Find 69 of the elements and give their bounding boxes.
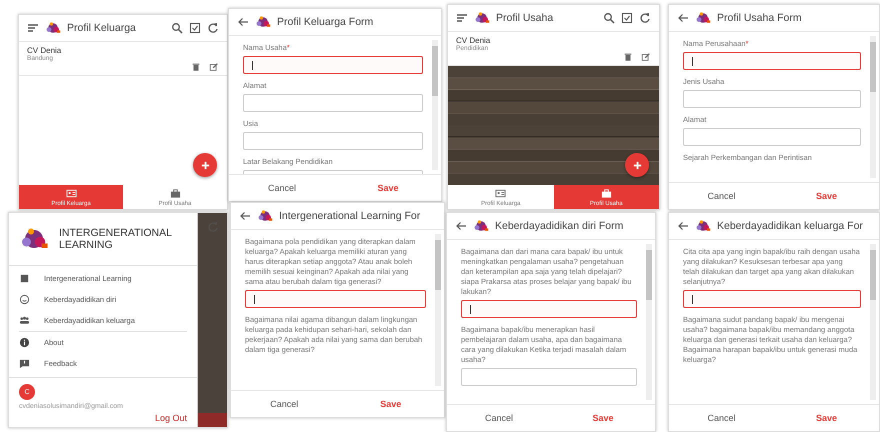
briefcase-icon (600, 188, 612, 198)
info-icon (19, 337, 30, 348)
form-title: Keberdayadidikan diri Form (495, 220, 624, 232)
input-field[interactable] (243, 94, 423, 112)
checkbox-icon[interactable] (621, 12, 633, 24)
input-field[interactable] (461, 368, 637, 386)
id-card-icon (66, 188, 76, 198)
refresh-icon[interactable] (207, 22, 219, 34)
save-button[interactable]: Save (335, 175, 441, 201)
input-field[interactable] (683, 90, 861, 108)
logo-icon (473, 218, 489, 234)
form-title: Profil Usaha Form (717, 12, 802, 24)
cancel-button[interactable]: Cancel (669, 405, 774, 431)
edit-icon[interactable] (641, 52, 651, 62)
scrollbar[interactable] (870, 36, 876, 178)
item-name: CV Denia (456, 36, 492, 45)
form-title: Profil Keluarga Form (277, 16, 374, 28)
input-field[interactable] (243, 132, 423, 150)
feedback-icon (19, 358, 30, 369)
save-button[interactable]: Save (774, 183, 879, 209)
cancel-button[interactable]: Cancel (229, 175, 335, 201)
screen-title: Profil Usaha (496, 12, 554, 24)
cancel-button[interactable]: Cancel (447, 405, 551, 431)
back-arrow-icon[interactable] (677, 12, 689, 24)
menu-icon[interactable] (27, 22, 39, 34)
back-arrow-icon[interactable] (239, 210, 251, 222)
edit-icon[interactable] (209, 62, 219, 72)
smile-icon (19, 294, 30, 305)
scrollbar[interactable] (870, 244, 876, 400)
refresh-icon[interactable] (639, 12, 651, 24)
briefcase-icon (170, 188, 180, 198)
cancel-button[interactable]: Cancel (231, 391, 338, 417)
id-card-icon (495, 188, 506, 198)
logout-button[interactable]: Log Out (154, 413, 187, 423)
scrollbar[interactable] (646, 244, 652, 400)
form-title: Intergenerational Learning For (279, 210, 420, 222)
search-icon[interactable] (171, 22, 183, 34)
logo-icon (255, 14, 271, 30)
screen-title: Profil Keluarga (67, 22, 136, 34)
plus-icon (632, 160, 642, 170)
form-title: Keberdayadidikan keluarga For (717, 220, 863, 232)
logo-icon (695, 10, 711, 26)
scrollbar[interactable] (432, 40, 438, 170)
back-arrow-icon[interactable] (677, 220, 689, 232)
logo-icon (257, 208, 273, 224)
item-name: CV Denia (27, 46, 62, 55)
input-field[interactable] (683, 128, 861, 146)
plus-icon (200, 160, 210, 170)
back-arrow-icon[interactable] (455, 220, 467, 232)
input-field[interactable] (683, 52, 861, 70)
people-icon (19, 315, 30, 326)
save-button[interactable]: Save (551, 405, 655, 431)
checkbox-icon[interactable] (189, 22, 201, 34)
back-arrow-icon[interactable] (237, 16, 249, 28)
save-button[interactable]: Save (774, 405, 879, 431)
input-field[interactable] (245, 290, 426, 308)
logo-icon (695, 218, 711, 234)
save-button[interactable]: Save (338, 391, 444, 417)
logo-icon (45, 20, 61, 36)
input-field[interactable] (461, 300, 637, 318)
trash-icon[interactable] (191, 62, 201, 72)
trash-icon[interactable] (623, 52, 633, 62)
search-icon[interactable] (603, 12, 615, 24)
cancel-button[interactable]: Cancel (669, 183, 774, 209)
logo-icon (474, 10, 490, 26)
input-field[interactable] (683, 290, 861, 308)
input-field[interactable] (243, 56, 423, 74)
menu-icon[interactable] (456, 12, 468, 24)
scrollbar[interactable] (435, 234, 441, 386)
